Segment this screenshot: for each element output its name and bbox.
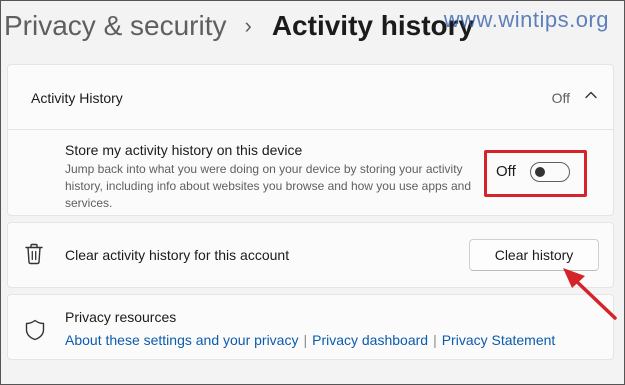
watermark: www.wintips.org [443, 7, 609, 32]
breadcrumb-separator: › [244, 13, 252, 38]
chevron-up-icon[interactable] [583, 87, 599, 103]
shield-icon [25, 319, 45, 341]
activity-history-expander[interactable]: Activity History Off [7, 64, 614, 130]
breadcrumb-parent[interactable]: Privacy & security [4, 10, 227, 42]
link-about-settings[interactable]: About these settings and your privacy [65, 332, 298, 348]
privacy-resources-setting: Privacy resources About these settings a… [7, 294, 614, 360]
privacy-resources-title: Privacy resources [65, 309, 177, 325]
toggle-state-label: Off [496, 163, 516, 180]
clear-history-label: Clear activity history for this account [65, 247, 290, 263]
activity-history-title: Activity History [31, 90, 123, 106]
annotation-arrow-icon [563, 268, 617, 320]
store-activity-toggle[interactable] [530, 162, 570, 182]
store-activity-title: Store my activity history on this device [65, 142, 303, 158]
trash-icon [25, 243, 43, 265]
store-activity-description: Jump back into what you were doing on yo… [65, 162, 472, 210]
link-privacy-dashboard[interactable]: Privacy dashboard [312, 332, 428, 348]
privacy-resources-links: About these settings and your privacy | Pr… [65, 332, 555, 348]
breadcrumb: Privacy & security › Activity history [4, 6, 474, 46]
clear-history-setting: Clear activity history for this account … [7, 222, 614, 288]
activity-history-status: Off [551, 90, 570, 106]
link-separator: | [303, 332, 308, 348]
toggle-knob [535, 167, 545, 177]
link-privacy-statement[interactable]: Privacy Statement [442, 332, 556, 348]
link-separator: | [433, 332, 437, 348]
